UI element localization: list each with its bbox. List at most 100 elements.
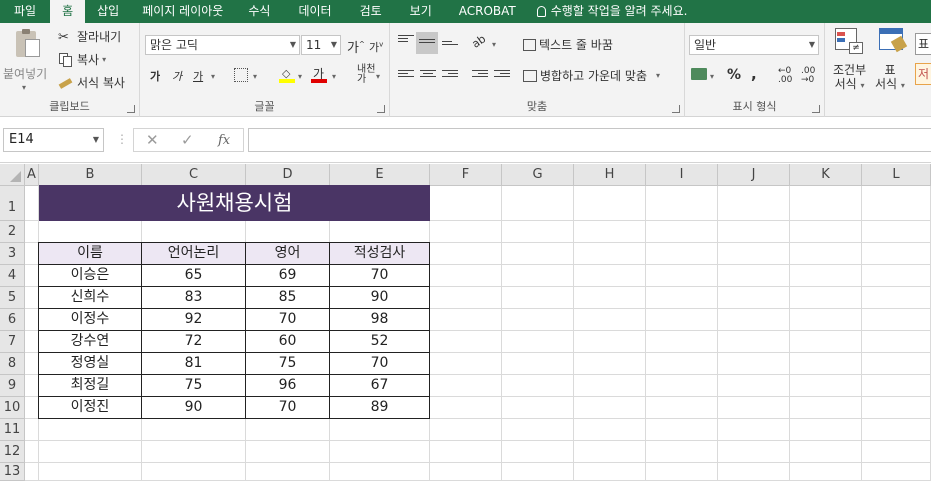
align-center-icon[interactable] [420,70,436,82]
conditional-formatting-button[interactable]: 조건부 서식 ▾ [833,63,866,93]
title-cell[interactable]: 사원채용시험 [39,185,430,221]
insert-function-icon[interactable]: fx [218,133,230,148]
row-header-2[interactable]: 2 [0,221,25,243]
name-box[interactable]: E14 ▼ [3,128,104,152]
table-score-cell[interactable]: 75 [246,353,330,375]
table-score-cell[interactable]: 52 [330,331,430,353]
table-header-cell[interactable]: 적성검사 [330,243,430,265]
column-header-b[interactable]: B [39,164,142,186]
column-header-j[interactable]: J [718,164,790,186]
column-header-l[interactable]: L [862,164,931,186]
cell-style-normal[interactable]: 표 [915,33,931,55]
table-score-cell[interactable]: 92 [142,309,246,331]
row-header-6[interactable]: 6 [0,309,25,331]
tab-file[interactable]: 파일 [0,0,50,23]
column-header-g[interactable]: G [502,164,574,186]
select-all-button[interactable] [0,164,25,186]
column-header-f[interactable]: F [430,164,502,186]
column-header-i[interactable]: I [646,164,718,186]
table-score-cell[interactable]: 90 [330,287,430,309]
accounting-dropdown-icon[interactable]: ▾ [710,72,714,81]
tab-review[interactable]: 검토 [346,0,396,23]
format-as-table-button[interactable]: 표 서식 ▾ [875,63,905,93]
copy-dropdown-icon[interactable]: ▾ [102,55,106,64]
column-header-d[interactable]: D [246,164,330,186]
decrease-decimal-icon[interactable]: .00 →0 [801,67,815,85]
bold-icon[interactable]: 가 [150,68,160,84]
orientation-icon[interactable]: ab [470,32,489,51]
row-header-13[interactable]: 13 [0,463,25,481]
tell-me-box[interactable]: 수행할 작업을 알려 주세요. [529,0,696,23]
column-header-h[interactable]: H [574,164,646,186]
increase-decimal-icon[interactable]: ←0.00 [778,67,792,85]
table-score-cell[interactable]: 60 [246,331,330,353]
decrease-indent-icon[interactable] [472,70,488,82]
table-score-cell[interactable]: 65 [142,265,246,287]
top-align-icon[interactable] [398,35,414,47]
table-score-cell[interactable]: 70 [246,309,330,331]
table-score-cell[interactable]: 98 [330,309,430,331]
align-right-icon[interactable] [442,70,458,82]
paste-dropdown-icon[interactable]: ▾ [22,83,26,92]
row-header-10[interactable]: 10 [0,397,25,419]
alignment-launcher-icon[interactable] [672,105,680,113]
table-score-cell[interactable]: 70 [330,353,430,375]
column-header-k[interactable]: K [790,164,862,186]
row-header-9[interactable]: 9 [0,375,25,397]
name-box-dropdown-icon[interactable]: ▼ [93,129,99,151]
format-painter-button[interactable]: 서식 복사 [58,74,125,91]
table-score-cell[interactable]: 70 [246,397,330,419]
fill-color-icon[interactable]: ◇ [279,67,295,83]
row-header-5[interactable]: 5 [0,287,25,309]
table-name-cell[interactable]: 강수연 [39,331,142,353]
formula-input[interactable] [248,128,931,152]
table-score-cell[interactable]: 83 [142,287,246,309]
tab-acrobat[interactable]: ACROBAT [446,0,529,23]
column-header-c[interactable]: C [142,164,246,186]
worksheet-grid[interactable]: ABCDEFGHIJKL 1 2 3 4 5 6 7 8 9 10 11 12 13 사원채용시험 이름… [0,164,931,481]
table-name-cell[interactable]: 최정길 [39,375,142,397]
table-score-cell[interactable]: 81 [142,353,246,375]
decrease-font-icon[interactable]: 가v [369,39,383,55]
table-score-cell[interactable]: 72 [142,331,246,353]
row-header-7[interactable]: 7 [0,331,25,353]
tab-home[interactable]: 홈 [50,0,86,23]
cancel-icon[interactable]: ✕ [146,131,159,149]
table-header-cell[interactable]: 영어 [246,243,330,265]
merge-center-button[interactable]: 병합하고 가운데 맞춤 ▾ [523,67,660,84]
cell-style-bad[interactable]: 저 [915,63,931,85]
bottom-align-icon[interactable] [442,41,458,53]
tab-page-layout[interactable]: 페이지 레이아웃 [131,0,234,23]
table-name-cell[interactable]: 이승은 [39,265,142,287]
row-header-8[interactable]: 8 [0,353,25,375]
clipboard-launcher-icon[interactable] [127,105,135,113]
table-name-cell[interactable]: 정영실 [39,353,142,375]
table-score-cell[interactable]: 70 [330,265,430,287]
table-header-cell[interactable]: 이름 [39,243,142,265]
comma-style-icon[interactable]: , [751,65,757,83]
row-header-12[interactable]: 12 [0,441,25,463]
row-header-3[interactable]: 3 [0,243,25,265]
column-header-e[interactable]: E [330,164,430,186]
underline-icon[interactable]: 가 [193,68,203,84]
merge-dropdown-icon[interactable]: ▾ [656,71,660,80]
table-score-cell[interactable]: 85 [246,287,330,309]
copy-button[interactable]: 복사 ▾ [58,51,106,68]
table-score-cell[interactable]: 67 [330,375,430,397]
fill-color-dropdown-icon[interactable]: ▾ [298,72,302,81]
borders-dropdown-icon[interactable]: ▾ [253,72,257,81]
percent-icon[interactable]: % [727,67,741,83]
table-header-cell[interactable]: 언어논리 [142,243,246,265]
align-left-icon[interactable] [398,70,414,82]
tab-view[interactable]: 보기 [396,0,446,23]
number-format-combo[interactable]: 일반 ▼ [689,35,819,55]
borders-icon[interactable] [234,68,248,82]
paste-icon[interactable] [12,29,42,59]
font-color-icon[interactable]: 가 [311,65,327,83]
table-score-cell[interactable]: 89 [330,397,430,419]
increase-indent-icon[interactable] [494,70,510,82]
table-name-cell[interactable]: 신희수 [39,287,142,309]
tab-insert[interactable]: 삽입 [85,0,131,23]
paste-button[interactable]: 붙여넣기 [3,65,47,82]
table-name-cell[interactable]: 이정수 [39,309,142,331]
